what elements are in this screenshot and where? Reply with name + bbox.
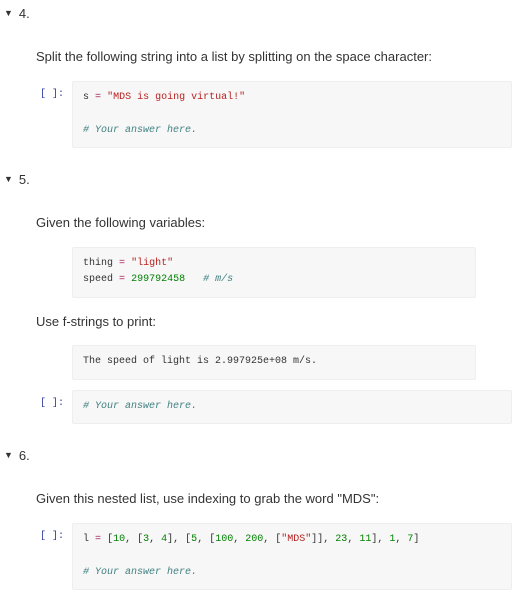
exercise-prompt: Given the following variables: <box>36 213 512 233</box>
code-token: , <box>395 534 407 545</box>
code-token: = <box>119 258 125 269</box>
cell-prompt: [ ]: <box>36 81 72 100</box>
code-token: 23 <box>335 534 347 545</box>
section-body: Split the following string into a list b… <box>0 27 512 166</box>
section-number: 5. <box>19 172 30 187</box>
exercise-section-5: ▼ 5. Given the following variables: thin… <box>0 166 512 442</box>
section-body: Given the following variables: thing = "… <box>0 193 512 442</box>
code-token: 200 <box>245 534 263 545</box>
code-token: # Your answer here. <box>83 401 197 412</box>
code-token: , <box>347 534 359 545</box>
output-cell: The speed of light is 2.997925e+08 m/s. <box>0 345 476 380</box>
code-cell: thing = "light" speed = 299792458 # m/s <box>0 247 476 298</box>
cell-prompt: [ ]: <box>36 523 72 542</box>
code-input[interactable]: # Your answer here. <box>72 390 512 425</box>
caret-down-icon: ▼ <box>4 175 13 184</box>
cell-prompt-empty <box>0 247 36 255</box>
code-token: # m/s <box>203 274 233 285</box>
section-toggle-4[interactable]: ▼ 4. <box>0 4 512 27</box>
caret-down-icon: ▼ <box>4 9 13 18</box>
cell-prompt-empty <box>0 345 36 353</box>
code-token: s <box>83 92 89 103</box>
code-display: The speed of light is 2.997925e+08 m/s. <box>72 345 476 380</box>
code-token: 11 <box>359 534 371 545</box>
code-display: thing = "light" speed = 299792458 # m/s <box>72 247 476 298</box>
code-input[interactable]: l = [10, [3, 4], [5, [100, 200, ["MDS"]]… <box>72 523 512 591</box>
code-token: ], [ <box>167 534 191 545</box>
code-token: # Your answer here. <box>83 125 197 136</box>
code-token: 100 <box>215 534 233 545</box>
section-body: Given this nested list, use indexing to … <box>0 469 512 608</box>
code-token: = <box>119 274 125 285</box>
code-token: = <box>95 92 101 103</box>
code-token: "light" <box>131 258 173 269</box>
code-token: = <box>95 534 101 545</box>
section-number: 4. <box>19 6 30 21</box>
code-token: ]], <box>311 534 335 545</box>
code-token: , <box>149 534 161 545</box>
exercise-prompt: Use f-strings to print: <box>36 312 512 332</box>
code-token: ] <box>413 534 419 545</box>
section-toggle-5[interactable]: ▼ 5. <box>0 170 512 193</box>
code-cell[interactable]: [ ]: s = "MDS is going virtual!" # Your … <box>36 81 512 149</box>
caret-down-icon: ▼ <box>4 451 13 460</box>
code-input[interactable]: s = "MDS is going virtual!" # Your answe… <box>72 81 512 149</box>
code-token: The speed of light is 2.997925e+08 m/s. <box>83 356 317 367</box>
code-token: speed <box>83 274 113 285</box>
code-token: # Your answer here. <box>83 567 197 578</box>
code-token: "MDS is going virtual!" <box>107 92 245 103</box>
code-token: "MDS" <box>281 534 311 545</box>
section-toggle-6[interactable]: ▼ 6. <box>0 446 512 469</box>
code-token: , [ <box>263 534 281 545</box>
code-token: , [ <box>197 534 215 545</box>
code-cell[interactable]: [ ]: # Your answer here. <box>36 390 512 425</box>
code-token: l <box>83 534 89 545</box>
code-token: thing <box>83 258 113 269</box>
code-token: 10 <box>113 534 125 545</box>
section-number: 6. <box>19 448 30 463</box>
code-token: , <box>233 534 245 545</box>
exercise-section-6: ▼ 6. Given this nested list, use indexin… <box>0 442 512 608</box>
exercise-section-4: ▼ 4. Split the following string into a l… <box>0 0 512 166</box>
exercise-prompt: Given this nested list, use indexing to … <box>36 489 512 509</box>
code-token: 299792458 <box>131 274 185 285</box>
exercise-prompt: Split the following string into a list b… <box>36 47 512 67</box>
cell-prompt: [ ]: <box>36 390 72 409</box>
code-token: , [ <box>125 534 143 545</box>
code-token: ], <box>371 534 389 545</box>
code-cell[interactable]: [ ]: l = [10, [3, 4], [5, [100, 200, ["M… <box>36 523 512 591</box>
